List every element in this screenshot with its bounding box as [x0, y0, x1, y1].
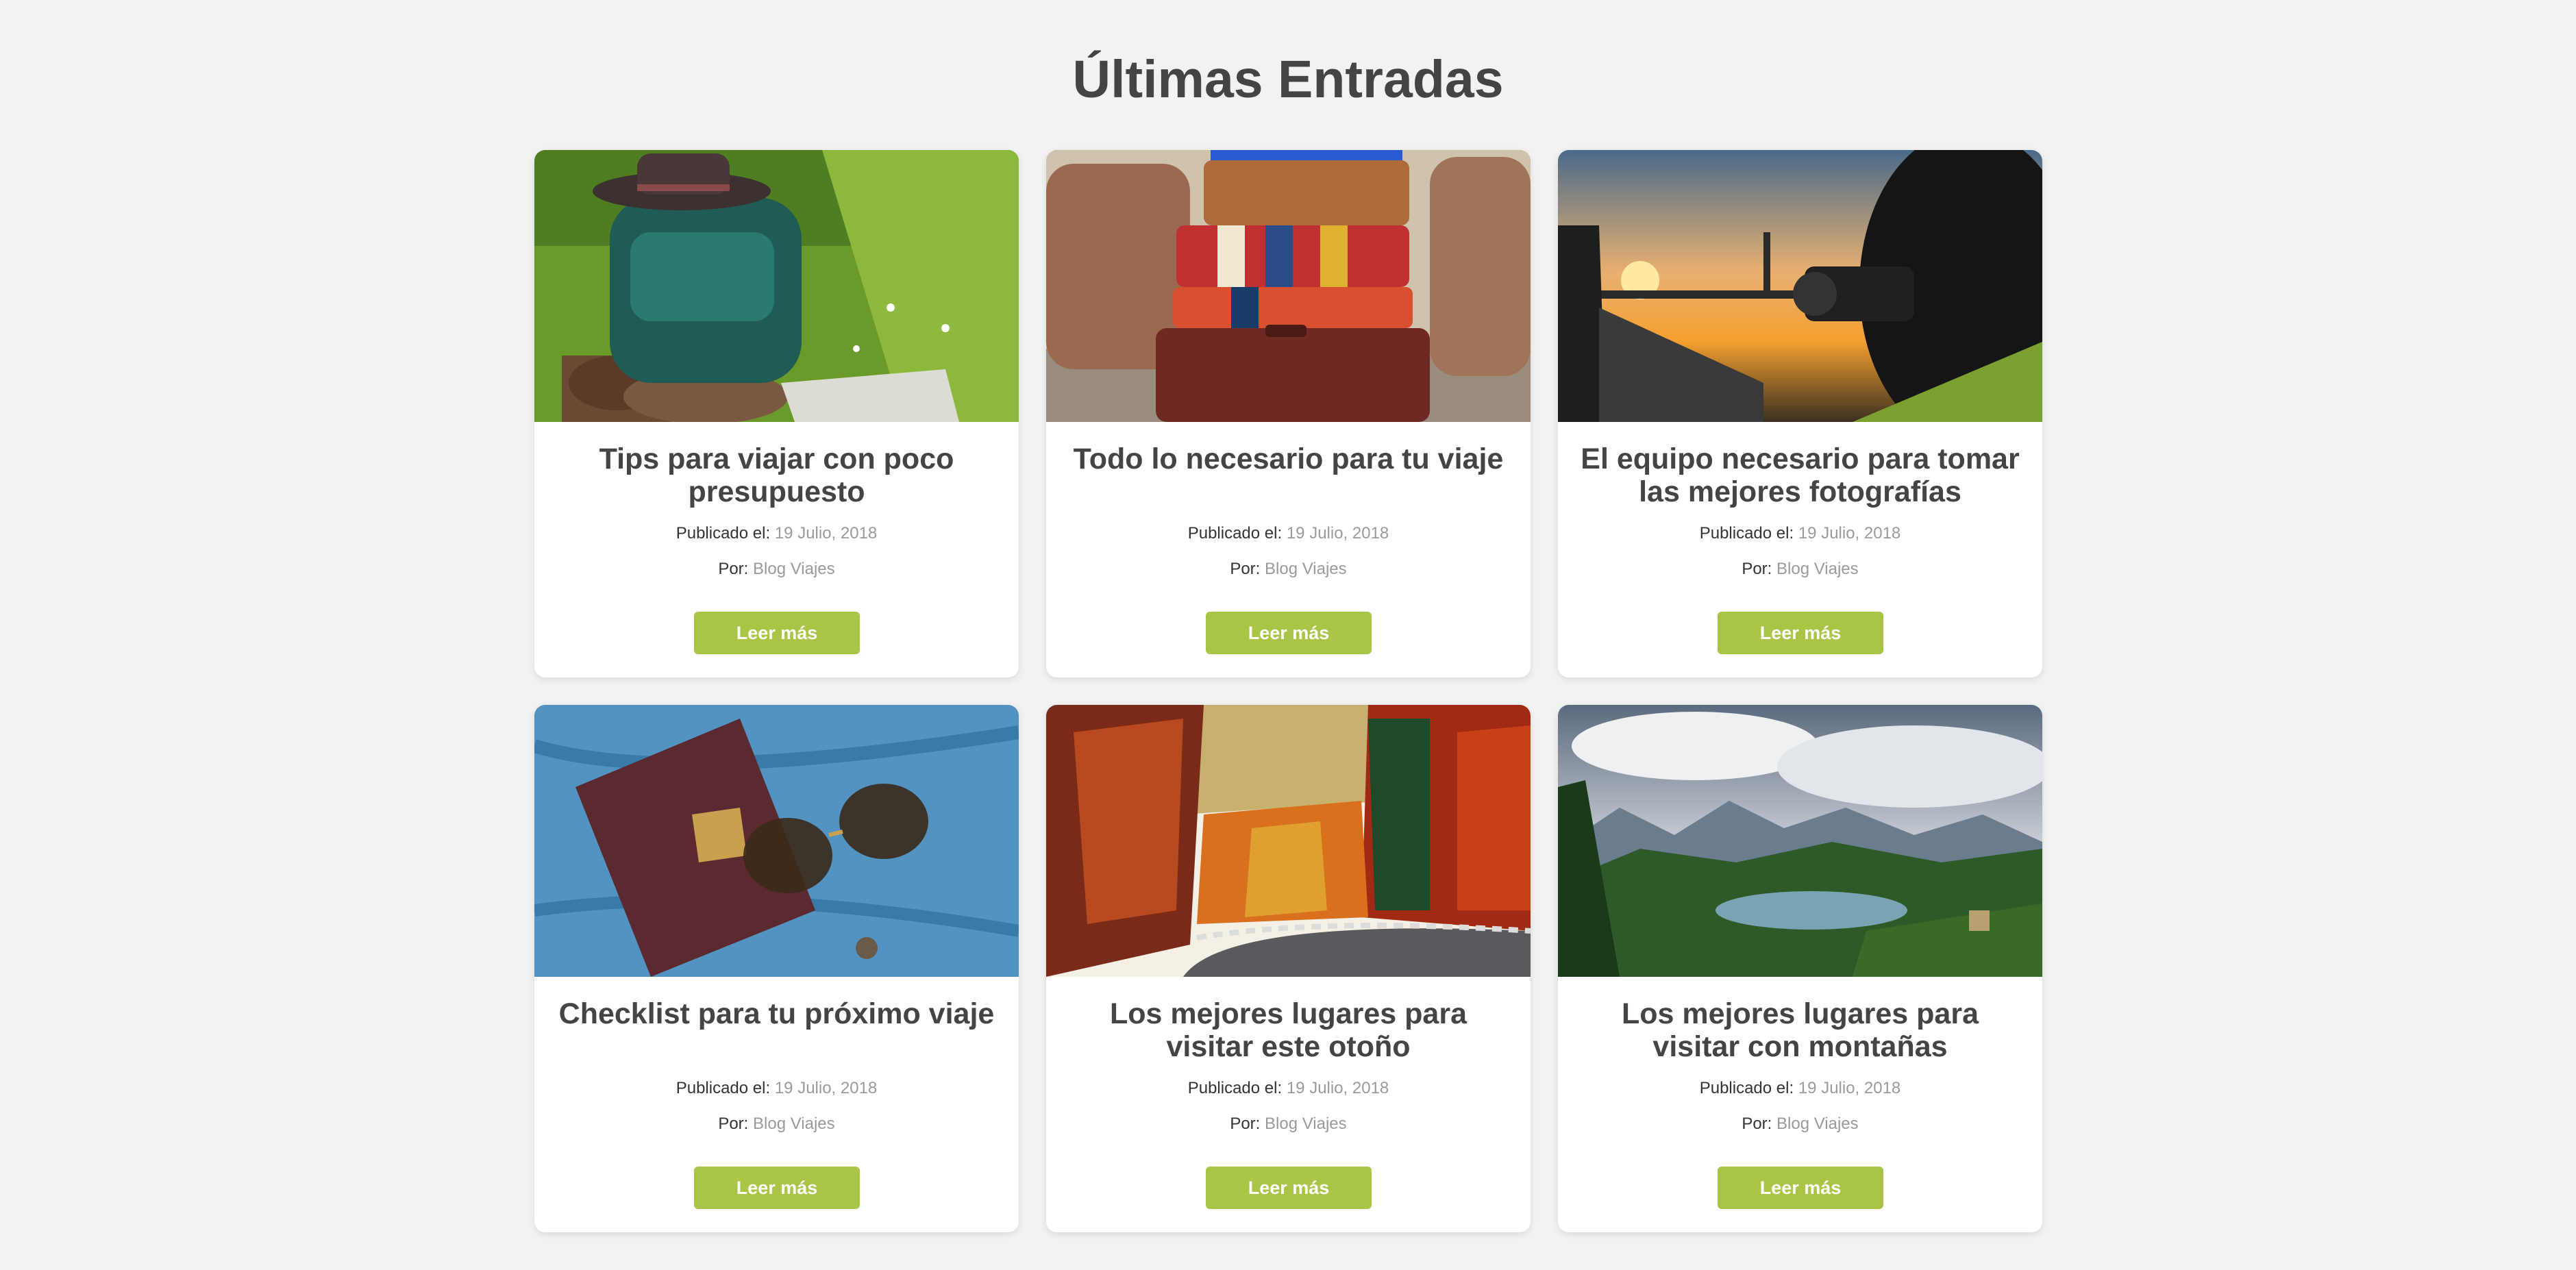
mountain-lake-photo[interactable] — [1558, 705, 2042, 977]
author-value: Blog Viajes — [1776, 1115, 1859, 1133]
author-label: Por: — [1230, 1115, 1261, 1133]
post-author: Por: Blog Viajes — [1046, 1114, 1531, 1134]
post-author: Por: Blog Viajes — [1046, 559, 1531, 580]
page-title: Últimas Entradas — [1072, 50, 1504, 109]
read-more-button[interactable]: Leer más — [1718, 612, 1883, 654]
post-date: Publicado el: 19 Julio, 2018 — [1558, 523, 2042, 544]
photographer-sunset-photo[interactable] — [1558, 150, 2042, 422]
read-more-button[interactable]: Leer más — [1206, 1167, 1372, 1209]
author-label: Por: — [1742, 1115, 1772, 1133]
read-more-button[interactable]: Leer más — [1718, 1167, 1883, 1209]
posts-grid: Tips para viajar con poco presupuesto Pu… — [534, 150, 2043, 1232]
date-value: 19 Julio, 2018 — [774, 1079, 878, 1097]
date-value: 19 Julio, 2018 — [774, 524, 878, 543]
post-title[interactable]: Los mejores lugares para visitar este ot… — [1067, 997, 1510, 1063]
post-title[interactable]: Todo lo necesario para tu viaje — [1067, 443, 1510, 508]
date-value: 19 Julio, 2018 — [1286, 1079, 1389, 1097]
author-label: Por: — [1742, 560, 1772, 578]
author-label: Por: — [718, 560, 749, 578]
author-label: Por: — [1230, 560, 1261, 578]
post-author: Por: Blog Viajes — [1558, 1114, 2042, 1134]
post-date: Publicado el: 19 Julio, 2018 — [1558, 1078, 2042, 1099]
author-value: Blog Viajes — [753, 1115, 835, 1133]
autumn-forest-road-photo[interactable] — [1046, 705, 1531, 977]
post-card: Los mejores lugares para visitar este ot… — [1046, 705, 1531, 1232]
post-date: Publicado el: 19 Julio, 2018 — [1046, 523, 1531, 544]
author-value: Blog Viajes — [753, 560, 835, 578]
read-more-button[interactable]: Leer más — [694, 1167, 860, 1209]
read-more-button[interactable]: Leer más — [694, 612, 860, 654]
date-value: 19 Julio, 2018 — [1798, 524, 1901, 543]
post-date: Publicado el: 19 Julio, 2018 — [534, 523, 1019, 544]
published-label: Publicado el: — [1699, 1079, 1794, 1097]
author-value: Blog Viajes — [1265, 1115, 1347, 1133]
post-author: Por: Blog Viajes — [534, 1114, 1019, 1134]
post-title[interactable]: Los mejores lugares para visitar con mon… — [1578, 997, 2022, 1063]
backpack-hiking-gear-photo[interactable] — [534, 150, 1019, 422]
post-card: El equipo necesario para tomar las mejor… — [1558, 150, 2042, 677]
post-author: Por: Blog Viajes — [534, 559, 1019, 580]
published-label: Publicado el: — [676, 1079, 771, 1097]
stacked-suitcases-photo[interactable] — [1046, 150, 1531, 422]
date-value: 19 Julio, 2018 — [1798, 1079, 1901, 1097]
read-more-button[interactable]: Leer más — [1206, 612, 1372, 654]
published-label: Publicado el: — [1187, 524, 1283, 543]
post-date: Publicado el: 19 Julio, 2018 — [534, 1078, 1019, 1099]
published-label: Publicado el: — [1187, 1079, 1283, 1097]
post-title[interactable]: El equipo necesario para tomar las mejor… — [1578, 443, 2022, 508]
post-card: Todo lo necesario para tu viaje Publicad… — [1046, 150, 1531, 677]
passport-sunglasses-photo[interactable] — [534, 705, 1019, 977]
date-value: 19 Julio, 2018 — [1286, 524, 1389, 543]
post-title[interactable]: Tips para viajar con poco presupuesto — [555, 443, 998, 508]
published-label: Publicado el: — [1699, 524, 1794, 543]
post-author: Por: Blog Viajes — [1558, 559, 2042, 580]
post-date: Publicado el: 19 Julio, 2018 — [1046, 1078, 1531, 1099]
author-value: Blog Viajes — [1265, 560, 1347, 578]
author-label: Por: — [718, 1115, 749, 1133]
post-title[interactable]: Checklist para tu próximo viaje — [555, 997, 998, 1063]
post-card: Tips para viajar con poco presupuesto Pu… — [534, 150, 1019, 677]
post-card: Los mejores lugares para visitar con mon… — [1558, 705, 2042, 1232]
author-value: Blog Viajes — [1776, 560, 1859, 578]
post-card: Checklist para tu próximo viaje Publicad… — [534, 705, 1019, 1232]
published-label: Publicado el: — [676, 524, 771, 543]
